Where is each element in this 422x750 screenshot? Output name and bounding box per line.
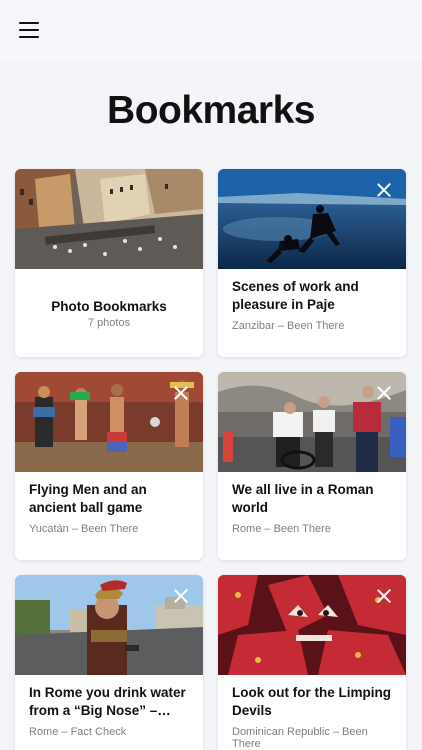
- card-title: Look out for the Limping Devils: [232, 685, 391, 718]
- card-thumbnail: [15, 372, 203, 472]
- card-thumbnail: [218, 169, 406, 269]
- close-icon[interactable]: [376, 182, 392, 198]
- hamburger-menu-icon[interactable]: [19, 22, 39, 39]
- card-thumbnail: [218, 575, 406, 675]
- card-title: Scenes of work and pleasure in Paje: [232, 279, 359, 312]
- card-meta: Rome – Been There: [232, 523, 331, 535]
- close-icon[interactable]: [173, 588, 189, 604]
- card-meta: Zanzibar – Been There: [232, 320, 345, 332]
- card-thumbnail: [218, 372, 406, 472]
- bookmark-card-paje[interactable]: Scenes of work and pleasure in Paje Zanz…: [218, 169, 406, 357]
- card-thumbnail: [15, 169, 203, 269]
- card-thumbnail: [15, 575, 203, 675]
- bookmark-card-limping-devils[interactable]: Look out for the Limping Devils Dominica…: [218, 575, 406, 750]
- card-meta: Dominican Republic – Been There: [232, 726, 368, 750]
- card-title: Photo Bookmarks: [51, 299, 167, 314]
- card-meta: Rome – Fact Check: [29, 726, 127, 738]
- bookmark-grid: Photo Bookmarks 7 photos Scenes of work …: [0, 169, 422, 750]
- bookmark-card-roman-world[interactable]: We all live in a Roman world Rome – Been…: [218, 372, 406, 560]
- top-bar: [0, 0, 422, 60]
- bookmark-card-flying-men[interactable]: Flying Men and an ancient ball game Yuca…: [15, 372, 203, 560]
- close-icon[interactable]: [173, 385, 189, 401]
- card-title: In Rome you drink water from a “Big Nose…: [29, 685, 186, 718]
- card-title: Flying Men and an ancient ball game: [29, 482, 147, 515]
- page-title: Bookmarks: [107, 89, 315, 132]
- close-icon[interactable]: [376, 385, 392, 401]
- bookmark-card-big-nose[interactable]: In Rome you drink water from a “Big Nose…: [15, 575, 203, 750]
- close-icon[interactable]: [376, 588, 392, 604]
- card-meta: Yucatán – Been There: [29, 523, 139, 535]
- bookmark-card-photo-bookmarks[interactable]: Photo Bookmarks 7 photos: [15, 169, 203, 357]
- card-title: We all live in a Roman world: [232, 482, 374, 515]
- card-meta: 7 photos: [87, 317, 131, 329]
